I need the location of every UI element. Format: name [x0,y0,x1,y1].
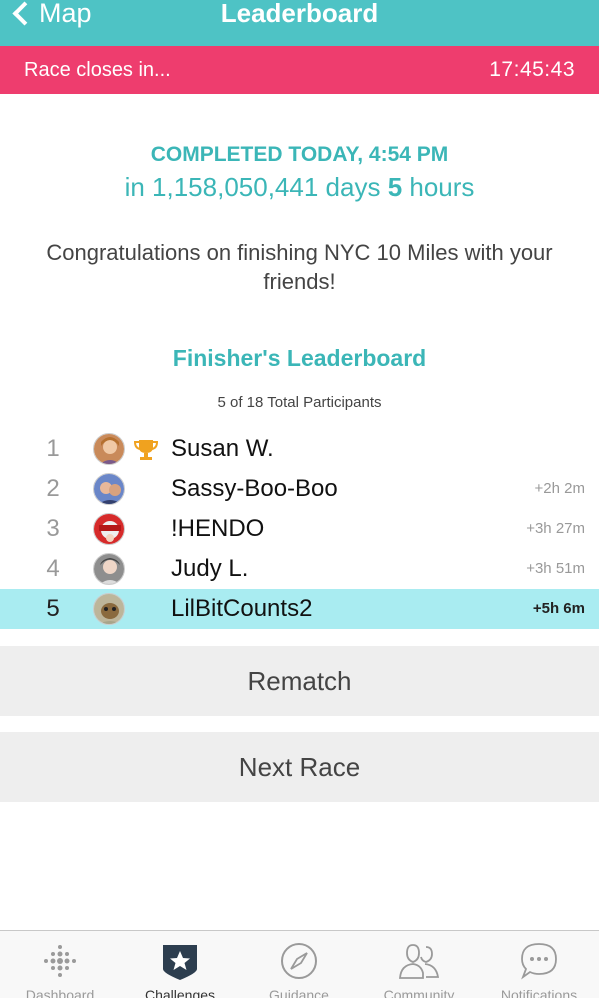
star-badge-icon [163,945,197,980]
trophy-icon [133,438,159,462]
avatar [93,433,125,465]
leaderboard-row[interactable]: 4 Judy L. +3h 51m [0,549,599,589]
time-behind: +5h 6m [532,600,585,617]
tab-label: Guidance [269,987,329,998]
time-behind: +2h 2m [534,480,585,497]
participant-name: Susan W. [171,435,274,462]
people-icon [399,944,439,979]
tab-label: Community [383,987,455,998]
tab-label: Dashboard [25,987,95,998]
race-countdown: 17:45:43 [489,58,575,81]
participants-count: 5 of 18 Total Participants [217,394,382,411]
avatar [93,473,125,505]
rank: 5 [46,595,60,622]
dots-icon [44,945,76,977]
participant-name: !HENDO [171,515,265,542]
tab-label: Challenges [144,987,216,998]
time-behind: +3h 27m [526,520,585,537]
duration-hours: 5 [387,172,403,202]
chat-bubble-icon [521,943,557,980]
race-countdown-bar: Race closes in... 17:45:43 [0,46,599,94]
tab-community[interactable]: Community [359,931,479,998]
tab-bar: Dashboard Challenges Guidance Community [0,930,599,998]
rank: 1 [46,435,60,462]
avatar [93,553,125,585]
tab-dashboard[interactable]: Dashboard [0,931,120,998]
duration-prefix: in 1,158,050,441 days [124,172,388,202]
time-behind: +3h 51m [526,560,585,577]
leaderboard-row[interactable]: 1 Susan W. [0,429,599,469]
leaderboard-row[interactable]: 2 Sassy-Boo-Boo +2h 2m [0,469,599,509]
completed-time: COMPLETED TODAY, 4:54 PM [150,143,449,166]
leaderboard-row[interactable]: 3 !HENDO +3h 27m [0,509,599,549]
nav-header: Map Leaderboard [0,0,599,46]
tab-label: Notifications [500,987,578,998]
leaderboard-title: Finisher's Leaderboard [172,345,427,371]
tab-notifications[interactable]: Notifications [479,931,599,998]
next-race-button[interactable]: Next Race [0,732,599,802]
rank: 3 [46,515,60,542]
finish-duration: in 1,158,050,441 days 5 hours [0,172,599,203]
avatar [93,593,125,625]
duration-suffix: hours [402,172,475,202]
rank: 4 [46,555,60,582]
rank: 2 [46,475,60,502]
compass-icon [281,943,317,979]
participant-name: Sassy-Boo-Boo [171,475,338,502]
congrats-message: Congratulations on finishing NYC 10 Mile… [46,240,553,294]
participant-name: Judy L. [171,555,249,582]
tab-challenges[interactable]: Challenges [120,931,240,998]
tab-guidance[interactable]: Guidance [239,931,359,998]
race-closes-label: Race closes in... [24,59,171,81]
participant-name: LilBitCounts2 [171,595,313,622]
page-title: Leaderboard [220,0,379,28]
leaderboard-row-current-user[interactable]: 5 LilBitCounts2 +5h 6m [0,589,599,629]
rematch-button[interactable]: Rematch [0,646,599,716]
avatar [93,513,125,545]
